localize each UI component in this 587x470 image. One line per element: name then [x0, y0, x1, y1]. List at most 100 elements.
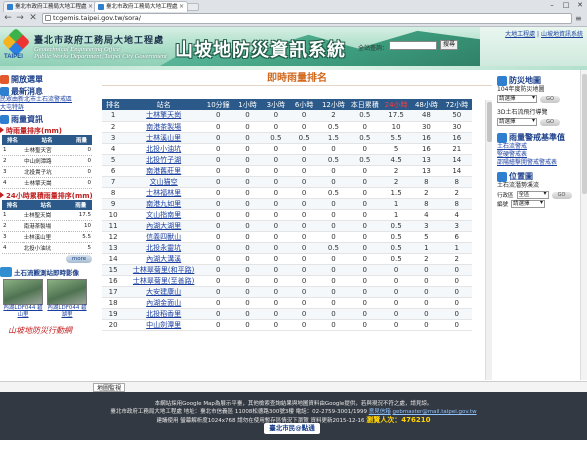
minimize-button[interactable]: –	[545, 0, 559, 10]
rain-cell: 0	[70, 155, 92, 167]
page-scrollbar[interactable]	[580, 70, 587, 380]
station-link[interactable]: 南港九如里	[124, 198, 204, 210]
station-link[interactable]: 大安建康山	[124, 286, 204, 298]
news-item[interactable]: 民眾由新北市土石流警戒區	[0, 96, 96, 104]
table-cell: 0	[441, 286, 472, 298]
table-cell: 0	[318, 143, 349, 155]
map-monitor-tab[interactable]: 地圖監視	[93, 383, 126, 392]
table-row: 13 北投永靈坑 0 0 0 0 0.5 0 0.5 1 1	[102, 242, 472, 254]
station-link[interactable]: 士林溪山里	[124, 132, 204, 144]
slogan[interactable]: 山坡地防災行動網	[8, 325, 96, 336]
station-link[interactable]: 士林翠菊里(和平路)	[124, 264, 204, 276]
site-search-input[interactable]	[389, 41, 437, 50]
station-link[interactable]: 文山猫空	[124, 176, 204, 188]
station-link[interactable]: 南港舊莊里	[124, 165, 204, 177]
back-icon[interactable]: ←	[3, 13, 13, 24]
flight-go-button[interactable]: GO	[540, 118, 560, 126]
table-cell: 0	[233, 242, 262, 254]
address-bar[interactable]: tcgemis.taipei.gov.tw/sora/	[42, 13, 572, 24]
map-select[interactable]: 請選擇	[497, 95, 537, 103]
table-cell: 0	[261, 242, 290, 254]
triangle-icon	[0, 127, 4, 133]
station-link[interactable]: 北投竹子湖	[124, 154, 204, 166]
table-cell: 0	[203, 297, 234, 309]
table-cell: 0	[348, 297, 381, 309]
map-go-button[interactable]: GO	[540, 95, 560, 103]
table-cell: 0	[261, 297, 290, 309]
station-link[interactable]: 中山劍潭里	[124, 319, 204, 331]
station-link[interactable]: 北投稻香里	[124, 308, 204, 320]
table-cell: 0	[348, 165, 381, 177]
camera-thumbnail[interactable]	[47, 279, 87, 305]
table-row: 19 北投稻香里 0 0 0 0 0 0 0 0 0	[102, 308, 472, 320]
table-cell: 0	[348, 198, 381, 210]
station-link[interactable]: 士林擎天崗	[124, 110, 204, 122]
alert-link[interactable]: 土石流警戒	[497, 143, 581, 151]
position-heading: 位置圖	[497, 171, 581, 182]
table-cell: 0	[233, 121, 262, 133]
station-link[interactable]: 內湖大湖里	[124, 220, 204, 232]
district-select[interactable]: 全區	[516, 191, 549, 199]
column-header: 72小時	[441, 99, 472, 110]
alert-link[interactable]: 邵陽繪擊開警戒警戒表	[497, 159, 581, 167]
table-cell: 0	[348, 143, 381, 155]
table-cell: 1	[380, 209, 412, 221]
table-cell: 0	[261, 187, 290, 199]
close-window-button[interactable]: ✕	[573, 0, 587, 10]
station-link[interactable]: 士林福林里	[124, 187, 204, 199]
table-scrollbar[interactable]	[485, 100, 492, 380]
alert-link[interactable]: 堅硬警戒表	[497, 151, 581, 159]
camera-title: 土石流觀測站即時影像	[14, 269, 79, 277]
station-link[interactable]: 北投小油坑	[124, 143, 204, 155]
open-menu-heading[interactable]: 開放選單	[0, 74, 96, 84]
camera-caption[interactable]: 內湖LDF044 碧山里	[3, 305, 43, 319]
station-link[interactable]: 內湖金面山	[124, 297, 204, 309]
stop-icon[interactable]: ✕	[28, 13, 38, 24]
station-link[interactable]: 內湖大溝溪	[124, 253, 204, 265]
browser-tab-2[interactable]: 臺北市政府工務局大地工程處 ×	[94, 1, 188, 12]
column-header: 24小時	[380, 99, 412, 110]
citizen-portal-badge[interactable]: 臺北市民@點通	[264, 423, 320, 434]
station-link[interactable]: 北投永靈坑	[124, 242, 204, 254]
table-row: 6 南港舊莊里 0 0 0 0 0 0 2 13 14	[102, 165, 472, 177]
page-scroll-thumb[interactable]	[582, 74, 587, 194]
table-cell: 0	[233, 220, 262, 232]
district-go-button[interactable]: GO	[551, 191, 572, 199]
page-info-icon[interactable]	[45, 15, 51, 21]
table-cell: 7	[102, 176, 125, 188]
scroll-thumb[interactable]	[487, 102, 492, 142]
browser-menu-icon[interactable]: ≡	[575, 13, 583, 24]
hourly-rain-title: 時雨量排序(mm)	[6, 127, 62, 135]
daily-rain-heading: 24小時累積雨量排序(mm)	[0, 191, 96, 200]
table-cell: 6	[441, 231, 472, 243]
new-tab-button[interactable]	[187, 3, 199, 11]
news-item[interactable]: 大屯特訴	[0, 104, 96, 112]
maximize-button[interactable]: □	[559, 0, 573, 10]
site-search-button[interactable]: 搜尋	[440, 40, 458, 50]
camera-thumbnail[interactable]	[3, 279, 43, 305]
station-link[interactable]: 南港茶製場	[124, 121, 204, 133]
table-cell: 14	[441, 165, 472, 177]
taipei-logo-icon[interactable]	[1, 27, 31, 57]
table-cell: 0	[203, 275, 234, 287]
table-cell: 0.5	[318, 187, 349, 199]
flight-select[interactable]: 請選擇	[497, 118, 537, 126]
close-tab-icon[interactable]: ×	[88, 2, 93, 12]
close-tab-icon[interactable]: ×	[179, 2, 184, 12]
station-link[interactable]: 士林翠菊里(至善路)	[124, 275, 204, 287]
browser-tab-1[interactable]: 臺北市政府工務局大地工程處 ×	[3, 1, 97, 12]
link-geo-office[interactable]: 大地工程處	[505, 31, 535, 38]
camera-caption[interactable]: 內湖LDF044 碧湖里	[47, 305, 87, 319]
link-slope-system[interactable]: 山坡地資訊系統	[541, 31, 583, 38]
station-link[interactable]: 文山指南里	[124, 209, 204, 221]
table-cell: 0	[233, 110, 262, 122]
table-cell: 0	[348, 121, 381, 133]
table-row: 11 內湖大湖里 0 0 0 0 0 0 0.5 3 3	[102, 220, 472, 232]
table-cell: 0	[289, 165, 319, 177]
table-cell: 0	[233, 264, 262, 276]
number-select[interactable]: 請選擇	[511, 200, 546, 208]
table-cell: 0.5	[348, 132, 381, 144]
more-button[interactable]: more	[66, 255, 92, 263]
forward-icon[interactable]: →	[15, 13, 25, 24]
station-link[interactable]: 信義四獸山	[124, 231, 204, 243]
